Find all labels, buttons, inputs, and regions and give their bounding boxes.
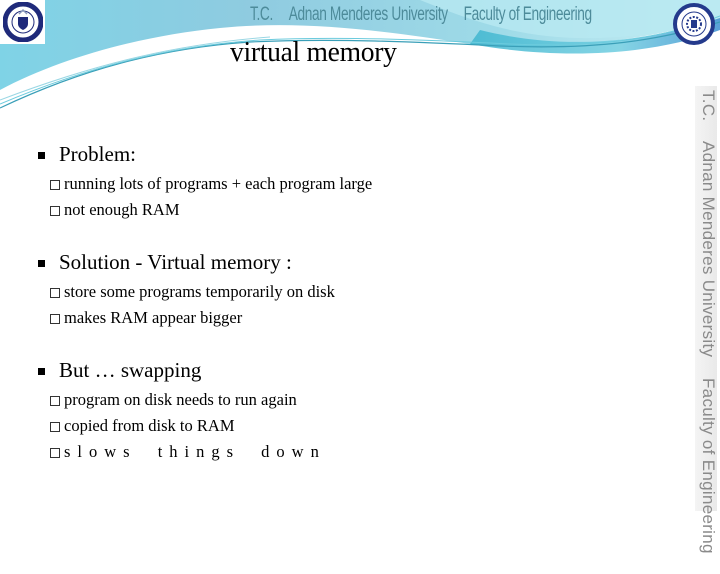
header-university: Adnan Menderes University [288, 4, 448, 25]
side-banner-faculty: Faculty of Engineering [699, 377, 718, 554]
sub-bullet: program on disk needs to run again [50, 390, 297, 410]
sub-bullet-text: slows things down [64, 442, 326, 461]
faculty-seal-icon [673, 3, 715, 45]
bullet-problem: Problem: [38, 142, 136, 167]
sub-bullet-text: running lots of programs + each program … [64, 174, 373, 193]
sub-bullet: store some programs temporarily on disk [50, 282, 335, 302]
side-banner-text: T.C. Adnan Menderes University Faculty of … [698, 90, 718, 574]
checkbox-bullet-icon [50, 179, 60, 190]
side-banner-university: Adnan Menderes University [699, 141, 718, 358]
side-banner-tc: T.C. [699, 90, 718, 122]
sub-bullet: slows things down [50, 442, 326, 462]
header-faculty: Faculty of Engineering [463, 4, 593, 25]
checkbox-bullet-icon [50, 447, 60, 458]
bullet-solution: Solution - Virtual memory : [38, 250, 292, 275]
faculty-logo [668, 2, 720, 46]
sub-bullet-text: program on disk needs to run again [64, 390, 297, 409]
slide: T.C. Adnan Menderes University Faculty of … [0, 0, 720, 554]
square-bullet-icon [38, 260, 45, 267]
sub-bullet-text: copied from disk to RAM [64, 416, 235, 435]
checkbox-bullet-icon [50, 287, 60, 298]
header-tc: T.C. [250, 4, 273, 25]
bullet-swapping: But … swapping [38, 358, 201, 383]
checkbox-bullet-icon [50, 313, 60, 324]
square-bullet-icon [38, 368, 45, 375]
sub-bullet-text: makes RAM appear bigger [64, 308, 243, 327]
sub-bullet: copied from disk to RAM [50, 416, 235, 436]
header-institution-title: T.C. Adnan Menderes University Faculty of … [250, 4, 608, 30]
university-seal-icon [2, 2, 43, 42]
checkbox-bullet-icon [50, 395, 60, 406]
sub-bullet-text: not enough RAM [64, 200, 180, 219]
slide-title: virtual memory [230, 36, 397, 68]
sub-bullet: not enough RAM [50, 200, 180, 220]
university-logo [0, 0, 45, 44]
sub-bullet: running lots of programs + each program … [50, 174, 372, 194]
bullet-text: Problem: [59, 142, 136, 166]
bullet-text: Solution - Virtual memory : [59, 250, 292, 274]
checkbox-bullet-icon [50, 205, 60, 216]
square-bullet-icon [38, 152, 45, 159]
bullet-text: But … swapping [59, 358, 202, 382]
sub-bullet-text: store some programs temporarily on disk [64, 282, 335, 301]
sub-bullet: makes RAM appear bigger [50, 308, 242, 328]
checkbox-bullet-icon [50, 421, 60, 432]
